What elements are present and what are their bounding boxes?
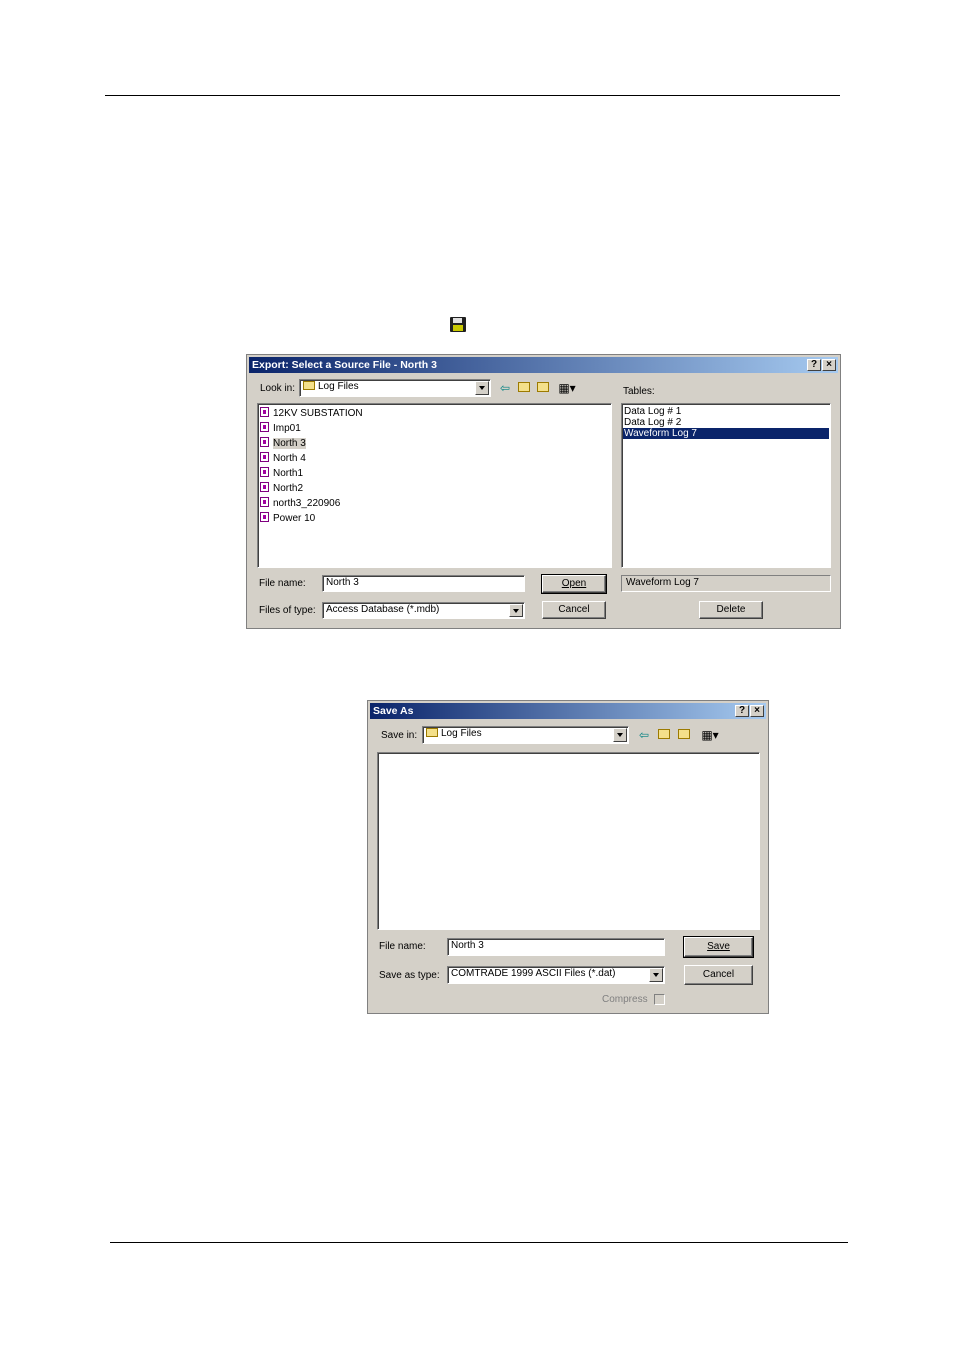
save-as-type-value: COMTRADE 1999 ASCII Files (*.dat)	[451, 968, 616, 979]
list-item[interactable]: 12KV SUBSTATION	[260, 407, 363, 421]
file-name-input[interactable]: North 3	[322, 575, 525, 592]
compress-label: Compress	[602, 994, 648, 1005]
help-button[interactable]: ?	[807, 359, 821, 371]
save-button[interactable]: Save	[683, 936, 754, 958]
files-of-type-label: Files of type:	[259, 605, 316, 616]
selected-table-field: Waveform Log 7	[621, 575, 831, 592]
help-button[interactable]: ?	[735, 705, 749, 717]
folder-icon	[426, 728, 438, 737]
list-item[interactable]: North2	[260, 482, 303, 496]
view-menu-icon[interactable]: ▦▾	[555, 380, 579, 396]
save-file-list[interactable]	[377, 752, 760, 930]
chevron-down-icon[interactable]	[509, 604, 523, 617]
export-dialog-title: Export: Select a Source File - North 3	[252, 359, 437, 371]
view-menu-icon[interactable]: ▦▾	[698, 727, 722, 743]
database-file-icon	[260, 512, 269, 522]
cancel-button[interactable]: Cancel	[684, 965, 753, 985]
save-as-dialog: Save As ? × Save in: Log Files ⇦ ▦▾ File…	[367, 700, 769, 1014]
tables-label: Tables:	[623, 386, 655, 397]
chevron-down-icon[interactable]	[475, 381, 489, 395]
database-file-icon	[260, 407, 269, 417]
table-item[interactable]: Data Log # 1	[624, 406, 681, 417]
database-file-icon	[260, 422, 269, 432]
save-in-label: Save in:	[381, 730, 418, 741]
list-item[interactable]: Imp01	[260, 422, 301, 436]
close-button[interactable]: ×	[822, 359, 836, 371]
look-in-select[interactable]: Log Files	[299, 379, 491, 397]
files-of-type-value: Access Database (*.mdb)	[326, 604, 440, 615]
save-as-type-label: Save as type:	[379, 970, 440, 981]
close-button[interactable]: ×	[750, 705, 764, 717]
look-in-label: Look in:	[260, 383, 296, 394]
save-as-dialog-titlebar: Save As ? ×	[370, 703, 766, 719]
up-folder-icon[interactable]	[516, 380, 532, 396]
save-in-select[interactable]: Log Files	[422, 726, 629, 744]
list-item[interactable]: north3_220906	[260, 497, 340, 511]
save-as-dialog-title: Save As	[373, 705, 414, 717]
database-file-icon	[260, 467, 269, 477]
file-name-label: File name:	[259, 578, 306, 589]
file-list[interactable]: 12KV SUBSTATION Imp01 North 3 North 4 No…	[257, 403, 612, 568]
file-name-label: File name:	[379, 941, 426, 952]
list-item[interactable]: Power 10	[260, 512, 315, 526]
tables-list[interactable]: Data Log # 1 Data Log # 2 Waveform Log 7	[621, 403, 831, 568]
save-floppy-icon	[450, 317, 466, 332]
list-item[interactable]: North 4	[260, 452, 306, 466]
database-file-icon	[260, 452, 269, 462]
back-arrow-icon[interactable]: ⇦	[636, 727, 652, 743]
open-button[interactable]: Open	[541, 574, 607, 594]
new-folder-icon[interactable]	[676, 727, 692, 743]
cancel-button[interactable]: Cancel	[542, 601, 606, 619]
compress-checkbox[interactable]	[654, 994, 665, 1005]
database-file-icon	[260, 437, 269, 447]
files-of-type-select[interactable]: Access Database (*.mdb)	[322, 602, 525, 619]
delete-button[interactable]: Delete	[699, 601, 763, 619]
save-in-value: Log Files	[441, 728, 482, 739]
file-name-input[interactable]: North 3	[447, 938, 665, 956]
table-item[interactable]: Data Log # 2	[624, 417, 681, 428]
footer-rule	[110, 1242, 848, 1243]
back-arrow-icon[interactable]: ⇦	[497, 380, 513, 396]
save-as-type-select[interactable]: COMTRADE 1999 ASCII Files (*.dat)	[447, 966, 665, 984]
list-item[interactable]: North 3	[260, 437, 306, 451]
database-file-icon	[260, 497, 269, 507]
header-rule	[105, 95, 840, 96]
up-folder-icon[interactable]	[656, 727, 672, 743]
export-dialog: Export: Select a Source File - North 3 ?…	[246, 354, 841, 629]
chevron-down-icon[interactable]	[649, 968, 663, 982]
export-dialog-titlebar: Export: Select a Source File - North 3 ?…	[249, 357, 838, 373]
chevron-down-icon[interactable]	[613, 728, 627, 742]
look-in-value: Log Files	[318, 381, 359, 392]
folder-icon	[303, 381, 315, 390]
database-file-icon	[260, 482, 269, 492]
new-folder-icon[interactable]	[535, 380, 551, 396]
table-item-selected[interactable]: Waveform Log 7	[623, 428, 829, 439]
list-item[interactable]: North1	[260, 467, 303, 481]
